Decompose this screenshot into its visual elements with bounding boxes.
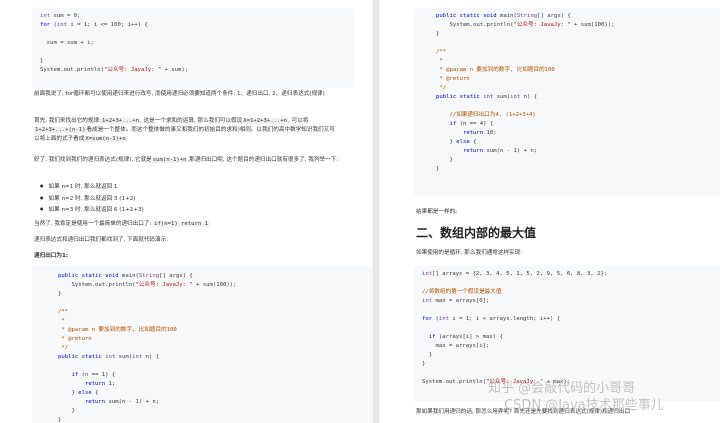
page-divider	[373, 0, 379, 423]
code-line: }	[436, 166, 440, 172]
code-line: }	[422, 361, 426, 367]
paragraph-rule: 首先, 我们来找出它的规律:1+2+3+...+n, 这是一个求和的运算, 那么…	[34, 118, 335, 142]
code-line: ​	[58, 362, 364, 371]
code-line: *	[436, 58, 443, 64]
code-line: *	[58, 318, 65, 324]
code-line: }	[40, 58, 44, 64]
code-line: ​	[436, 39, 720, 48]
paragraph-demo: 递归表达式和递归出口我们都找到了, 下面就代码演示:	[34, 237, 169, 243]
code-line: * @return	[436, 76, 470, 82]
code-line: }	[436, 157, 453, 163]
code-line: sum = sum + i;	[40, 40, 94, 46]
code-line: ​	[40, 30, 346, 39]
code-line: /**	[58, 309, 69, 315]
list-item: 如果 n=2 时, 那么就返回 3 (1+2)	[40, 193, 340, 205]
paragraph-loop: 如果使用的是循环, 那么我们通常这样实现:	[416, 250, 523, 256]
code-line: max = arrays[i];	[422, 343, 490, 349]
code-block-recursion-exit-1: public static void main(String[] args) {…	[32, 266, 372, 423]
paragraph-exit-one: 递归出口为1:	[34, 253, 69, 259]
code-line: } else {	[436, 139, 477, 145]
code-line: */	[58, 345, 69, 351]
code-line: public static void main(String[] args) {	[436, 13, 571, 19]
code-line: }	[58, 408, 75, 414]
code-line: System.out.println("公众号: JavaJy: " + sum…	[436, 22, 615, 28]
code-line: if (n == 1) {	[71, 372, 116, 378]
code-line: public static int sum(int n) {	[58, 354, 160, 360]
code-line: public static int sum(int n) {	[436, 94, 538, 100]
paragraph-expression: 好了, 我们找到我们的递归表达式(规律), 它就是sum(n-1)+n,那递归出…	[34, 157, 339, 163]
list-item: 如果 n=3 时, 那么就返回 6 (1+2+3)	[40, 204, 340, 216]
watermark-csdn: CSDN @Java技术那些事儿	[504, 398, 664, 413]
code-line: /**	[436, 49, 447, 55]
code-line: public static void main(String[] args) {	[58, 273, 193, 279]
code-line: ​	[422, 306, 712, 315]
code-line: }	[58, 417, 62, 423]
code-line: if (arrays[i] > max) {	[428, 334, 503, 340]
paragraph-intro: 前面我说了, for循环都可以使用递归来进行改写, 而使用递归必须要知道两个条件…	[34, 91, 325, 97]
code-line: //如果递归出口为4, (1+2+3+4)	[436, 112, 536, 118]
right-article-page: public static void main(String[] args) {…	[380, 0, 720, 423]
code-line: }	[422, 352, 433, 358]
code-line: for (int i = 1; i <= 100; i++) {	[40, 22, 148, 28]
code-line: int sum = 0;	[40, 13, 81, 19]
code-line: * @return	[58, 336, 92, 342]
code-line: if (n == 4) {	[449, 121, 494, 127]
code-line: */	[436, 85, 447, 91]
code-line: //将数组的第一个假设是最大值	[422, 289, 502, 295]
paragraph-same-result: 结果都是一样的。	[416, 209, 461, 215]
code-line: ​	[422, 279, 712, 288]
code-line: return 10;	[462, 130, 497, 136]
code-line: }	[436, 31, 440, 37]
code-line: * @param n 要加到的数字, 比如题目的100	[58, 327, 177, 333]
list-item: 如果 n=1 时, 那么就返回 1	[40, 181, 340, 193]
code-line: return sum(n - 1) + n;	[84, 399, 160, 405]
code-line: ​	[422, 324, 712, 333]
code-block-for-loop: int sum = 0; for (int i = 1; i <= 100; i+…	[32, 8, 354, 88]
code-line: * @param n 要加到的数字, 比如题目的100	[436, 67, 555, 73]
left-article-page: int sum = 0; for (int i = 1; i <= 100; i+…	[0, 0, 372, 423]
code-line: System.out.println("公众号: JavaJy: " + sum…	[40, 67, 189, 73]
code-line: int max = arrays[0];	[422, 298, 490, 304]
code-line: for (int i = 1; i < arrays.length; i++) …	[422, 316, 561, 322]
code-line: return sum(n - 1) + n;	[462, 148, 538, 154]
paragraph-exit: 当然了, 我肯定是使用一个最简单的递归出口了: if(n=1) return 1	[34, 221, 209, 227]
section-heading: 二、数组内部的最大值	[416, 226, 537, 240]
code-block-recursion-exit-4: public static void main(String[] args) {…	[414, 8, 720, 196]
code-line: ​	[40, 48, 346, 57]
code-line: return 1;	[84, 381, 116, 387]
code-line: ​	[436, 102, 720, 111]
code-line: System.out.println("公众号: JavaJy: " + sum…	[58, 282, 237, 288]
code-line: } else {	[58, 390, 99, 396]
code-line: int[] arrays = {2, 3, 4, 5, 1, 5, 2, 9, …	[422, 271, 608, 277]
code-line: }	[58, 291, 62, 297]
exit-bullet-list: 如果 n=1 时, 那么就返回 1 如果 n=2 时, 那么就返回 3 (1+2…	[40, 181, 340, 216]
code-line: ​	[58, 299, 364, 308]
